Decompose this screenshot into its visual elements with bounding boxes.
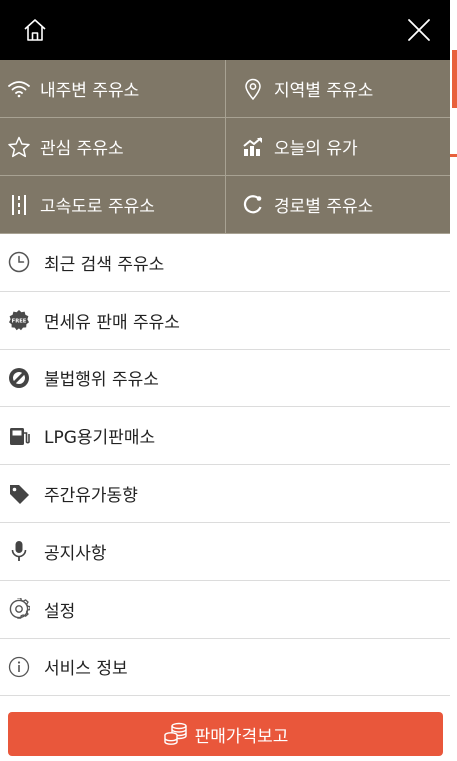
prohibited-icon (8, 367, 30, 389)
info-icon (8, 656, 30, 678)
price-tag-icon (8, 483, 30, 505)
menu-item-label: 주간유가동향 (44, 486, 138, 507)
svg-text:FREE: FREE (12, 319, 27, 325)
menu-item-label: 공지사항 (44, 543, 107, 564)
background-accent-line (450, 154, 457, 157)
grid-label: 내주변 주유소 (40, 81, 140, 101)
menu-item-recent-search[interactable]: 최근 검색 주유소 (0, 234, 450, 292)
menu-item-service-info[interactable]: 서비스 정보 (0, 639, 450, 697)
grid-label: 관심 주유소 (40, 139, 124, 159)
background-app-edge (450, 0, 457, 761)
home-icon (24, 19, 46, 41)
menu-item-label: 면세유 판매 주유소 (44, 312, 180, 333)
chart-trend-icon (240, 136, 266, 158)
clock-icon (8, 251, 30, 273)
menu-item-label: 서비스 정보 (44, 659, 128, 680)
highway-icon (6, 194, 32, 216)
menu-item-settings[interactable]: 설정 (0, 581, 450, 639)
side-drawer: 내주변 주유소 지역별 주유소 관심 주유소 오늘의 유가 고속도로 주유소 경… (0, 0, 450, 761)
gear-icon (8, 598, 30, 620)
grid-item-nearby[interactable]: 내주변 주유소 (0, 60, 226, 118)
grid-label: 고속도로 주유소 (40, 197, 155, 217)
menu-item-label: 불법행위 주유소 (44, 370, 159, 391)
grid-item-today-price[interactable]: 오늘의 유가 (226, 118, 450, 176)
coins-icon (163, 722, 189, 746)
menu-item-label: 설정 (44, 601, 76, 622)
grid-item-region[interactable]: 지역별 주유소 (226, 60, 450, 118)
star-icon (6, 136, 32, 158)
menu-item-weekly-trend[interactable]: 주간유가동향 (0, 465, 450, 523)
report-price-button[interactable]: 판매가격보고 (8, 712, 443, 756)
free-badge-icon: FREE (8, 309, 30, 331)
grid-item-favorites[interactable]: 관심 주유소 (0, 118, 226, 176)
route-icon (240, 194, 266, 216)
wifi-icon (6, 78, 32, 100)
location-pin-icon (240, 78, 266, 100)
grid-item-route[interactable]: 경로별 주유소 (226, 176, 450, 234)
report-price-label: 판매가격보고 (194, 726, 289, 747)
background-accent (452, 50, 457, 108)
menu-item-lpg[interactable]: LPG용기판매소 (0, 407, 450, 466)
close-icon (408, 19, 430, 41)
menu-item-tax-free[interactable]: FREE 면세유 판매 주유소 (0, 292, 450, 350)
menu-item-label: 최근 검색 주유소 (44, 254, 165, 275)
grid-item-highway[interactable]: 고속도로 주유소 (0, 176, 226, 234)
grid-label: 오늘의 유가 (274, 139, 358, 159)
menu-item-label: LPG용기판매소 (44, 428, 156, 449)
grid-label: 경로별 주유소 (274, 197, 374, 217)
gas-pump-icon (8, 425, 30, 447)
quick-menu-grid: 내주변 주유소 지역별 주유소 관심 주유소 오늘의 유가 고속도로 주유소 경… (0, 60, 450, 234)
menu-list: 최근 검색 주유소 FREE 면세유 판매 주유소 불법행위 주유소 LPG용기… (0, 234, 450, 697)
menu-item-notice[interactable]: 공지사항 (0, 523, 450, 581)
grid-label: 지역별 주유소 (274, 81, 374, 101)
close-button[interactable] (402, 13, 436, 47)
drawer-header (0, 0, 450, 60)
microphone-icon (8, 540, 30, 562)
menu-item-illegal[interactable]: 불법행위 주유소 (0, 350, 450, 408)
home-button[interactable] (18, 13, 52, 47)
